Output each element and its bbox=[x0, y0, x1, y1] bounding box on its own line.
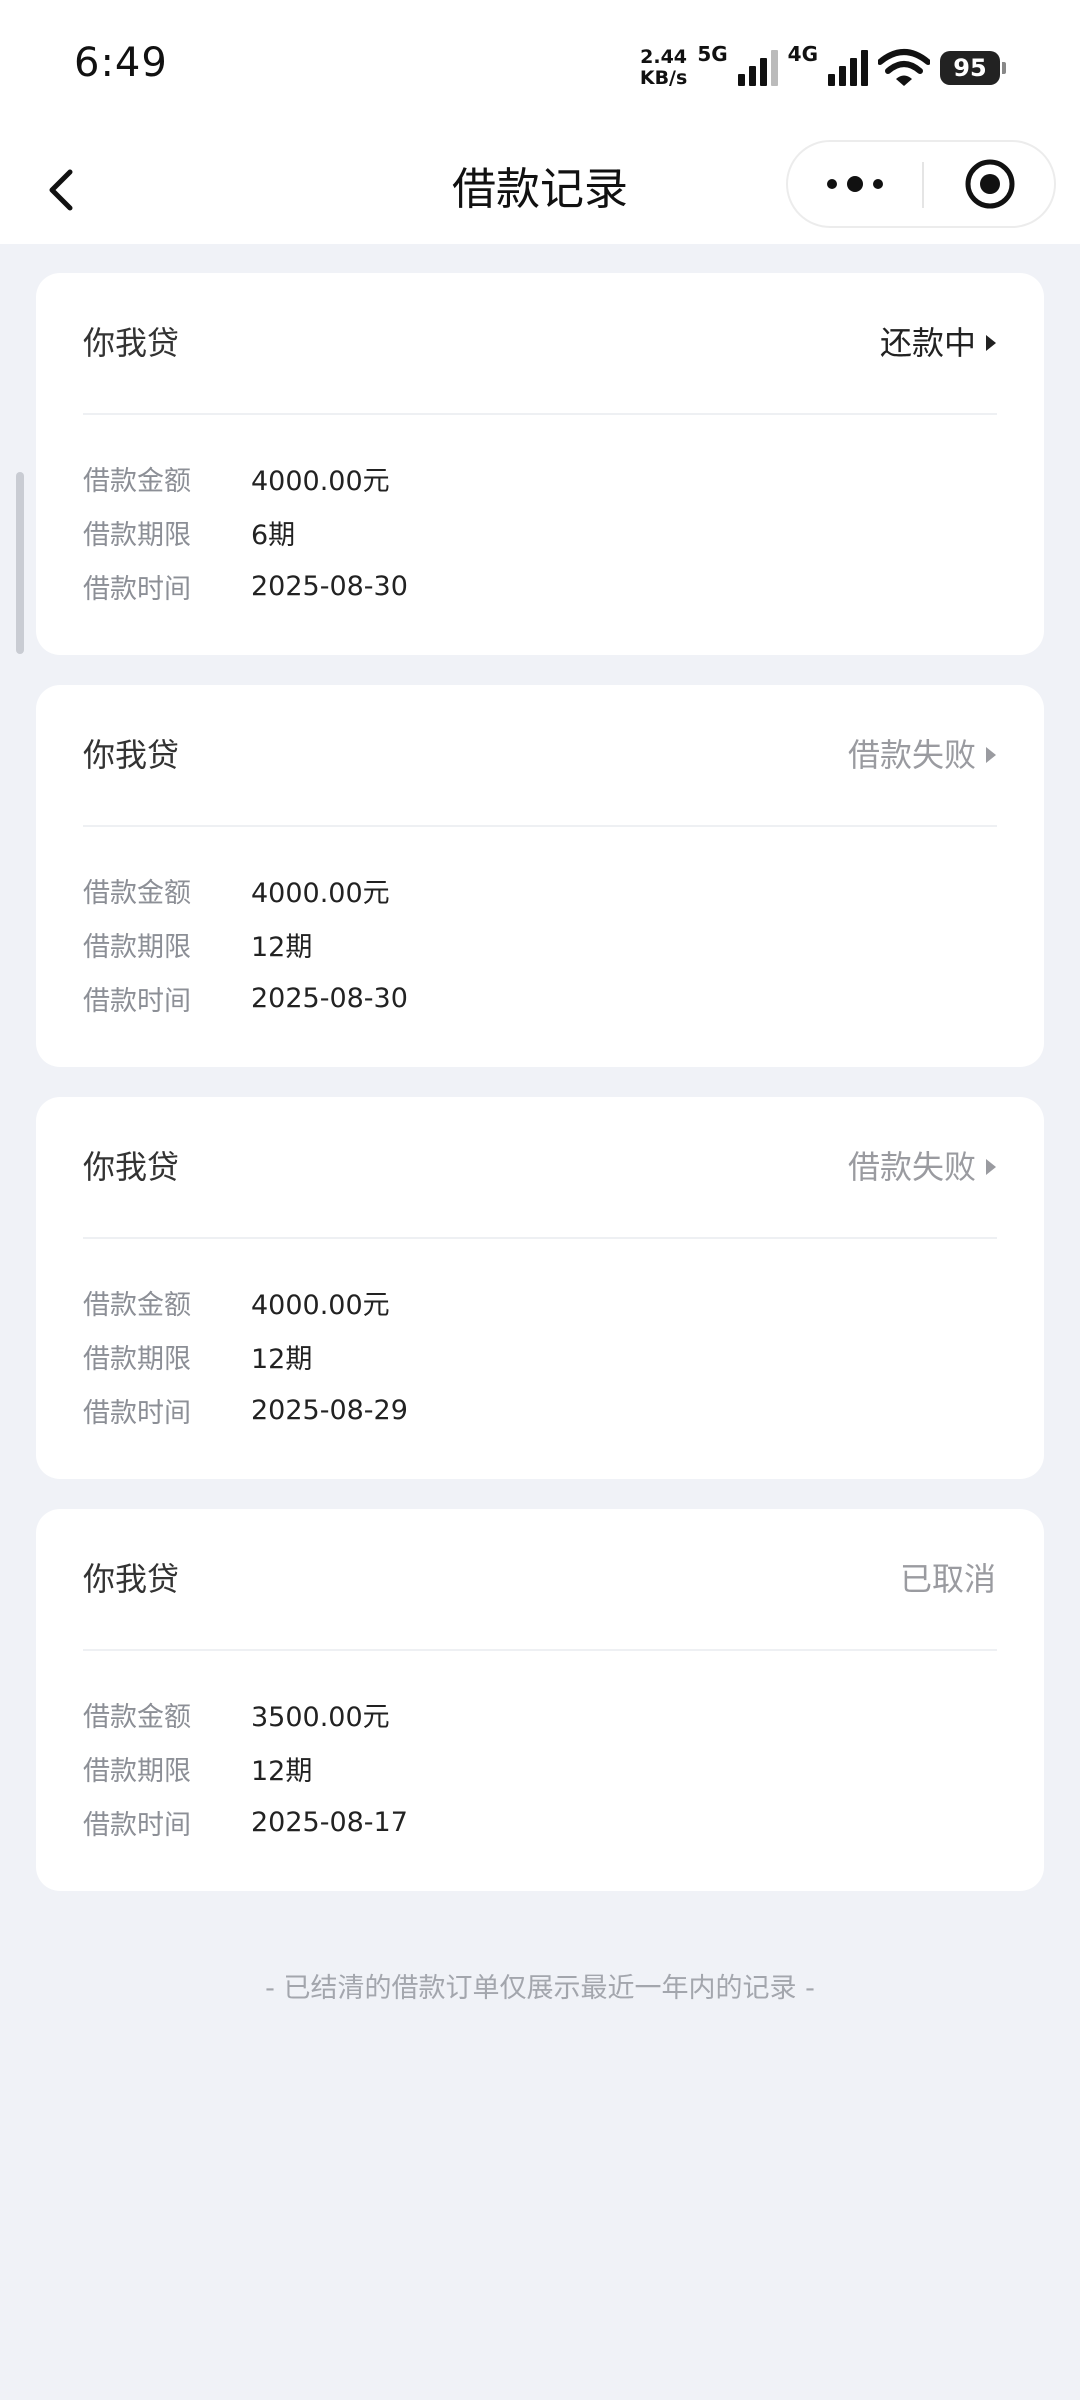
card-divider bbox=[83, 413, 997, 415]
battery-icon: 95 bbox=[940, 51, 1006, 85]
signal-icon-1 bbox=[737, 50, 778, 86]
loan-details: 借款金额 4000.00元 借款期限 12期 借款时间 2025-08-30 bbox=[83, 863, 408, 1025]
term-row: 借款期限 6期 bbox=[83, 505, 408, 559]
loan-status[interactable]: 还款中 bbox=[880, 321, 996, 365]
loan-card[interactable]: 你我贷 已取消 借款金额 3500.00元 借款期限 12期 借款时间 2025… bbox=[36, 1509, 1044, 1891]
amount-row: 借款金额 3500.00元 bbox=[83, 1687, 408, 1741]
triangle-right-icon bbox=[986, 335, 996, 351]
amount-label: 借款金额 bbox=[83, 1701, 191, 1733]
term-value: 12期 bbox=[251, 1755, 313, 1787]
scroll-indicator[interactable] bbox=[16, 472, 24, 654]
date-label: 借款时间 bbox=[83, 573, 191, 605]
term-row: 借款期限 12期 bbox=[83, 917, 408, 971]
loan-status[interactable]: 借款失败 bbox=[848, 1145, 996, 1189]
loan-record-list: 你我贷 还款中 借款金额 4000.00元 借款期限 6期 借款时间 2025-… bbox=[36, 273, 1044, 1921]
date-row: 借款时间 2025-08-29 bbox=[83, 1383, 408, 1437]
lender-name: 你我贷 bbox=[83, 1560, 180, 1598]
loan-status-text: 还款中 bbox=[879, 324, 976, 362]
amount-row: 借款金额 4000.00元 bbox=[83, 1275, 408, 1329]
lender-name: 你我贷 bbox=[83, 324, 180, 362]
date-label: 借款时间 bbox=[83, 1397, 191, 1429]
more-dots-icon[interactable] bbox=[788, 142, 922, 226]
date-row: 借款时间 2025-08-17 bbox=[83, 1795, 408, 1849]
date-value: 2025-08-30 bbox=[251, 570, 408, 602]
network-speed-unit: KB/s bbox=[639, 67, 688, 89]
term-row: 借款期限 12期 bbox=[83, 1741, 408, 1795]
term-value: 6期 bbox=[251, 519, 296, 551]
date-label: 借款时间 bbox=[83, 1809, 191, 1841]
amount-row: 借款金额 4000.00元 bbox=[83, 451, 408, 505]
signal-icon-2 bbox=[828, 50, 868, 86]
amount-value: 3500.00元 bbox=[251, 1701, 390, 1733]
loan-status-text: 借款失败 bbox=[847, 1148, 976, 1186]
mini-program-capsule bbox=[786, 140, 1056, 228]
loan-card[interactable]: 你我贷 还款中 借款金额 4000.00元 借款期限 6期 借款时间 2025-… bbox=[36, 273, 1044, 655]
capsule-divider bbox=[922, 162, 924, 208]
date-label: 借款时间 bbox=[83, 985, 191, 1017]
date-value: 2025-08-30 bbox=[251, 982, 408, 1014]
footer-note: - 已结清的借款订单仅展示最近一年内的记录 - bbox=[265, 1973, 815, 2004]
navigation-bar: 借款记录 bbox=[0, 138, 1080, 244]
amount-label: 借款金额 bbox=[83, 1289, 191, 1321]
amount-row: 借款金额 4000.00元 bbox=[83, 863, 408, 917]
loan-status: 已取消 bbox=[900, 1557, 996, 1601]
card-divider bbox=[83, 825, 997, 827]
loan-details: 借款金额 4000.00元 借款期限 12期 借款时间 2025-08-29 bbox=[83, 1275, 408, 1437]
triangle-right-icon bbox=[986, 747, 996, 763]
loan-details: 借款金额 4000.00元 借款期限 6期 借款时间 2025-08-30 bbox=[83, 451, 408, 613]
term-row: 借款期限 12期 bbox=[83, 1329, 408, 1383]
status-time: 6:49 bbox=[74, 40, 168, 86]
network-type-5g: 5G bbox=[697, 42, 728, 66]
term-value: 12期 bbox=[251, 1343, 313, 1375]
loan-details: 借款金额 3500.00元 借款期限 12期 借款时间 2025-08-17 bbox=[83, 1687, 408, 1849]
date-value: 2025-08-17 bbox=[251, 1806, 408, 1838]
card-divider bbox=[83, 1237, 997, 1239]
loan-card[interactable]: 你我贷 借款失败 借款金额 4000.00元 借款期限 12期 借款时间 202… bbox=[36, 685, 1044, 1067]
amount-value: 4000.00元 bbox=[251, 877, 390, 909]
term-label: 借款期限 bbox=[83, 1343, 191, 1375]
amount-value: 4000.00元 bbox=[251, 1289, 390, 1321]
wifi-icon bbox=[878, 49, 930, 86]
status-bar: 6:49 2.44 KB/s 5G 4G 95 bbox=[0, 0, 1080, 138]
network-type-4g: 4G bbox=[787, 42, 818, 66]
triangle-right-icon bbox=[986, 1159, 996, 1175]
term-label: 借款期限 bbox=[83, 1755, 191, 1787]
date-value: 2025-08-29 bbox=[251, 1394, 408, 1426]
loan-card[interactable]: 你我贷 借款失败 借款金额 4000.00元 借款期限 12期 借款时间 202… bbox=[36, 1097, 1044, 1479]
battery-level: 95 bbox=[953, 54, 987, 82]
network-speed-value: 2.44 bbox=[640, 46, 688, 68]
term-label: 借款期限 bbox=[83, 519, 191, 551]
close-target-icon[interactable] bbox=[964, 158, 1016, 210]
date-row: 借款时间 2025-08-30 bbox=[83, 971, 408, 1025]
loan-status-text: 已取消 bbox=[899, 1560, 996, 1598]
amount-value: 4000.00元 bbox=[251, 465, 390, 497]
loan-status-text: 借款失败 bbox=[847, 736, 976, 774]
network-speed: 2.44 KB/s bbox=[640, 47, 687, 89]
loan-status[interactable]: 借款失败 bbox=[848, 733, 996, 777]
lender-name: 你我贷 bbox=[83, 1148, 180, 1186]
amount-label: 借款金额 bbox=[83, 877, 191, 909]
amount-label: 借款金额 bbox=[83, 465, 191, 497]
date-row: 借款时间 2025-08-30 bbox=[83, 559, 408, 613]
status-indicators: 2.44 KB/s 5G 4G 95 bbox=[640, 42, 1006, 92]
lender-name: 你我贷 bbox=[83, 736, 180, 774]
term-label: 借款期限 bbox=[83, 931, 191, 963]
card-divider bbox=[83, 1649, 997, 1651]
term-value: 12期 bbox=[251, 931, 313, 963]
